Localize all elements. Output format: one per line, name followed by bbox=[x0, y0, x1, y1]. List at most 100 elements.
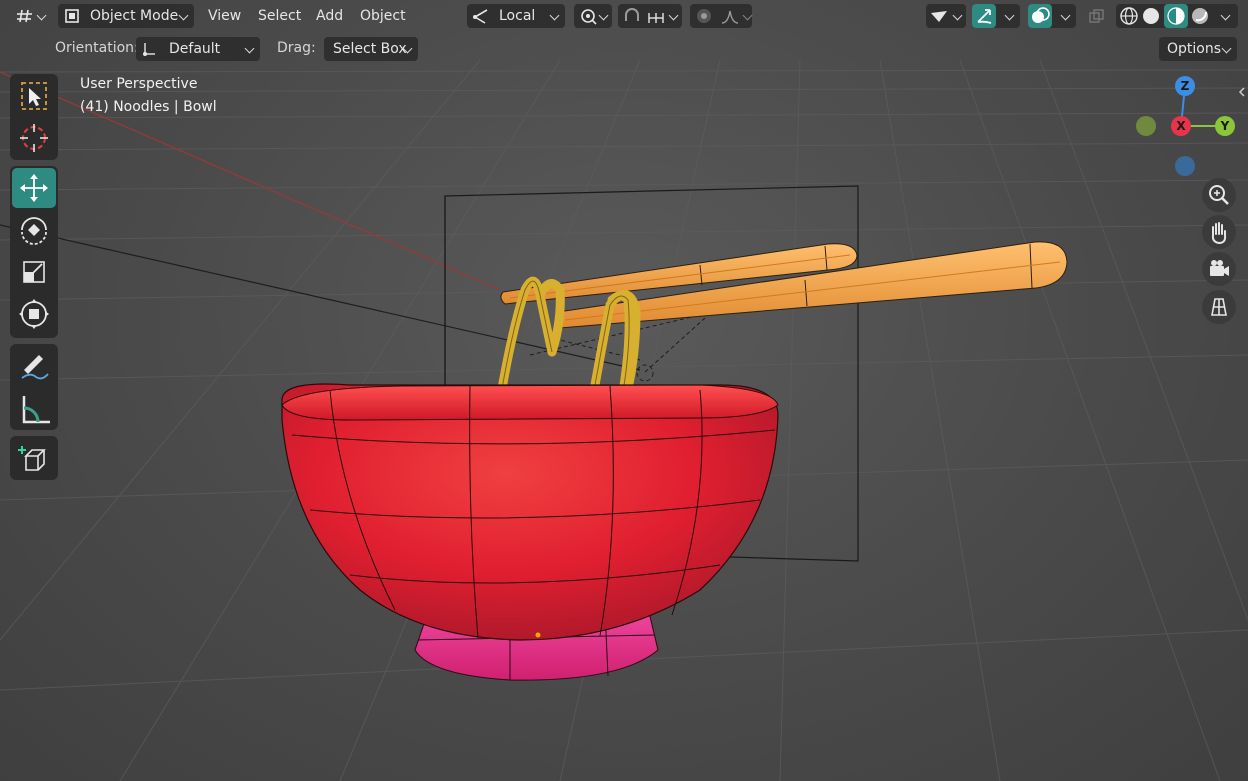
transform-orientation-icon bbox=[473, 9, 488, 24]
scale-icon bbox=[23, 261, 45, 283]
snap-icon bbox=[625, 8, 639, 21]
gizmo-x-axis[interactable]: X bbox=[1171, 116, 1191, 136]
chevron-left-icon bbox=[1238, 87, 1245, 97]
orientation-field-label: Orientation: bbox=[55, 40, 139, 56]
drag-dropdown[interactable]: Select Box bbox=[324, 37, 418, 61]
menu-object[interactable]: Object bbox=[354, 4, 410, 28]
wireframe-shading-icon bbox=[1120, 7, 1138, 25]
overlay-toggle[interactable] bbox=[1028, 4, 1076, 28]
pivot-point-icon bbox=[581, 9, 597, 25]
tool-scale[interactable] bbox=[12, 252, 56, 292]
toolbar-transform-group bbox=[10, 166, 58, 338]
move-icon bbox=[20, 174, 48, 202]
tool-add-cube[interactable] bbox=[12, 438, 56, 478]
drag-value: Select Box bbox=[333, 41, 407, 57]
mode-dropdown[interactable]: Object Mode bbox=[58, 4, 194, 28]
snap-increment-icon bbox=[648, 13, 664, 23]
menu-add[interactable]: Add bbox=[310, 4, 350, 28]
chevron-down-icon bbox=[178, 10, 189, 21]
toolbar-select-group bbox=[10, 74, 58, 160]
rotate-icon bbox=[21, 217, 47, 245]
transform-orientation-icon bbox=[143, 43, 155, 56]
transform-orientation-dropdown[interactable]: Local bbox=[467, 4, 565, 28]
shading-group[interactable] bbox=[1116, 4, 1238, 28]
x-axis-line bbox=[0, 71, 501, 291]
mode-label: Object Mode bbox=[90, 8, 179, 24]
chevron-down-icon bbox=[598, 10, 609, 21]
cursor-icon bbox=[20, 124, 48, 152]
tool-move[interactable] bbox=[12, 168, 56, 208]
gizmo-neg-z-axis[interactable] bbox=[1175, 156, 1195, 176]
chevron-down-icon bbox=[1060, 10, 1071, 21]
viewport-header: Object Mode View Select Add Object Local bbox=[0, 0, 1248, 32]
options-label: Options bbox=[1167, 41, 1222, 57]
transform-icon bbox=[19, 299, 49, 329]
chevron-down-icon bbox=[1220, 10, 1231, 21]
gizmo-toggle[interactable] bbox=[972, 4, 1020, 28]
tool-transform[interactable] bbox=[12, 294, 56, 334]
chopsticks[interactable] bbox=[500, 241, 1068, 329]
toolbar-add-group bbox=[10, 436, 58, 480]
chevron-down-icon bbox=[1004, 10, 1015, 21]
material-shading-icon bbox=[1167, 7, 1185, 25]
orthographic-grid-icon bbox=[1211, 298, 1227, 316]
gizmo-z-axis[interactable]: Z bbox=[1175, 76, 1195, 96]
visibility-dropdown[interactable] bbox=[926, 4, 966, 28]
sidebar-toggle[interactable] bbox=[1236, 84, 1248, 98]
chevron-down-icon bbox=[1221, 43, 1232, 54]
visibility-icon bbox=[931, 11, 947, 22]
pan-button[interactable] bbox=[1202, 215, 1236, 249]
snapping-group[interactable] bbox=[618, 4, 682, 28]
menu-view[interactable]: View bbox=[202, 4, 250, 28]
chevron-down-icon bbox=[742, 10, 753, 21]
falloff-curve-icon bbox=[721, 10, 739, 24]
camera-view-icon bbox=[1210, 260, 1229, 276]
xray-icon bbox=[1089, 9, 1104, 23]
orientation-value: Default bbox=[169, 41, 221, 57]
rendered-shading-icon bbox=[1192, 8, 1208, 24]
ortho-toggle-button[interactable] bbox=[1202, 290, 1236, 324]
tool-rotate[interactable] bbox=[12, 210, 56, 250]
object-info: (41) Noodles | Bowl bbox=[80, 99, 217, 115]
bowl[interactable] bbox=[281, 383, 779, 641]
zoom-icon bbox=[1209, 185, 1229, 205]
orientation-dropdown[interactable]: Default bbox=[136, 37, 260, 61]
pivot-point-dropdown[interactable] bbox=[574, 4, 612, 28]
orientation-label: Local bbox=[499, 8, 536, 24]
drag-field-label: Drag: bbox=[277, 40, 316, 56]
gizmo-icon bbox=[977, 9, 992, 24]
chevron-down-icon bbox=[668, 10, 679, 21]
toolbar-annotate-group bbox=[10, 344, 58, 430]
3d-viewport[interactable]: User Perspective (41) Noodles | Bowl Z X… bbox=[0, 0, 1248, 781]
editor-type-button[interactable] bbox=[12, 4, 50, 28]
xray-toggle[interactable] bbox=[1084, 4, 1110, 28]
tool-cursor[interactable] bbox=[12, 118, 56, 158]
tool-annotate[interactable] bbox=[12, 346, 56, 386]
chevron-down-icon bbox=[244, 43, 255, 54]
pan-hand-icon bbox=[1211, 222, 1227, 245]
solid-shading-icon bbox=[1143, 8, 1159, 24]
measure-icon bbox=[22, 396, 50, 424]
chevron-down-icon bbox=[952, 10, 963, 21]
add-cube-icon bbox=[18, 446, 46, 471]
viewport-editor-icon bbox=[17, 9, 32, 23]
object-mode-icon bbox=[65, 9, 79, 23]
annotate-icon bbox=[21, 355, 49, 380]
tool-measure[interactable] bbox=[12, 388, 56, 428]
select-box-icon bbox=[21, 82, 47, 110]
camera-view-button[interactable] bbox=[1202, 252, 1236, 286]
menu-select[interactable]: Select bbox=[252, 4, 308, 28]
chevron-down-icon bbox=[36, 10, 47, 21]
tool-select-box[interactable] bbox=[12, 76, 56, 116]
gizmo-y-axis[interactable]: Y bbox=[1215, 116, 1235, 136]
view-name: User Perspective bbox=[80, 76, 198, 92]
zoom-button[interactable] bbox=[1202, 178, 1236, 212]
proportional-edit-icon bbox=[697, 9, 711, 23]
overlay-icon bbox=[1032, 7, 1050, 23]
gizmo-neg-y-axis[interactable] bbox=[1136, 116, 1156, 136]
options-dropdown[interactable]: Options bbox=[1159, 37, 1237, 61]
tool-settings-bar: Orientation: Default Drag: Select Box Op… bbox=[0, 33, 1248, 65]
scene-render[interactable] bbox=[0, 0, 1248, 781]
proportional-edit-group[interactable] bbox=[690, 4, 753, 28]
chevron-down-icon bbox=[549, 10, 560, 21]
